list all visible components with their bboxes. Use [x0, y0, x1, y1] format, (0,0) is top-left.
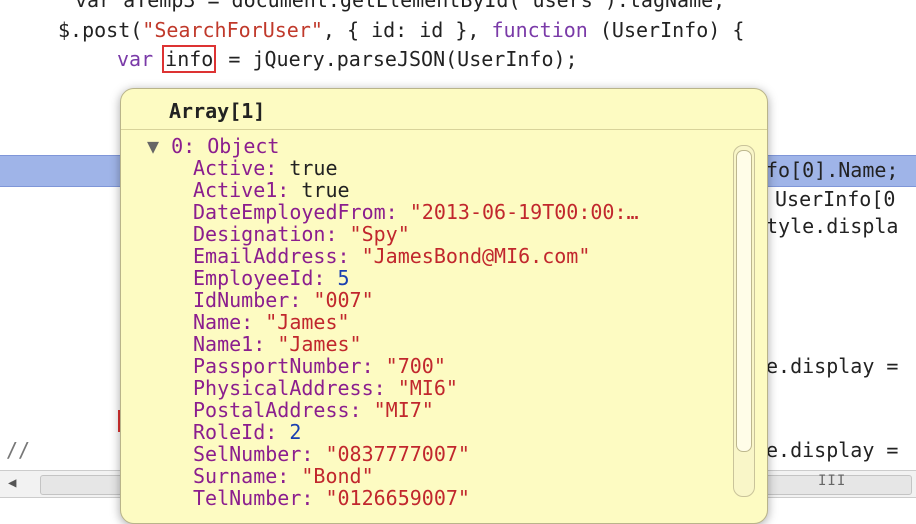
property-value: true: [289, 156, 338, 180]
property-colon: :: [301, 442, 326, 466]
property-value: "MI7": [373, 398, 434, 422]
property-value: "Spy": [349, 222, 410, 246]
hovered-variable-info[interactable]: info: [162, 45, 217, 73]
property-name: Surname: [193, 464, 278, 488]
tree-property-row[interactable]: Surname: "Bond": [193, 465, 374, 487]
property-colon: :: [277, 178, 302, 202]
code-comment: //: [6, 438, 31, 462]
property-value: "0126659007": [325, 486, 470, 510]
variable-inspector-popup[interactable]: Array[1] ▼ 0: Object Active: true Active1…: [120, 88, 768, 524]
code-token: (UserInfo) {: [587, 18, 745, 42]
property-name: EmailAddress: [193, 244, 338, 268]
tree-property-row[interactable]: IdNumber: "007": [193, 289, 374, 311]
property-name: PhysicalAddress: [193, 376, 374, 400]
tree-property-row[interactable]: TelNumber: "0126659007": [193, 487, 470, 509]
property-value: "2013-06-19T00:00:…: [409, 200, 639, 224]
property-value: "JamesBond@MI6.com": [361, 244, 591, 268]
tree-property-row[interactable]: Name1: "James": [193, 333, 362, 355]
tree-property-row[interactable]: PostalAddress: "MI7": [193, 399, 434, 421]
code-fragment-5: e.display =: [766, 438, 899, 462]
code-fragment-2: UserInfo[0: [775, 187, 896, 211]
collapse-triangle-icon[interactable]: ▼: [147, 134, 159, 158]
tree-property-row[interactable]: Designation: "Spy": [193, 223, 410, 245]
property-name: PassportNumber: [193, 354, 362, 378]
property-name: Name: [193, 310, 242, 334]
vertical-scrollbar[interactable]: [733, 145, 755, 497]
property-colon: :: [325, 222, 350, 246]
tree-property-row[interactable]: EmailAddress: "JamesBond@MI6.com": [193, 245, 590, 267]
tree-property-row[interactable]: Name: "James": [193, 311, 350, 333]
code-line-2: var info = jQuery.parseJSON(UserInfo);: [117, 45, 578, 73]
tree-property-row[interactable]: DateEmployedFrom: "2013-06-19T00:00:…: [193, 201, 639, 223]
code-fragment-1: fo[0].Name;: [766, 158, 899, 182]
tree-property-row[interactable]: PassportNumber: "700": [193, 355, 446, 377]
code-token: , { id: id },: [322, 18, 492, 42]
tree-property-row[interactable]: RoleId: 2: [193, 421, 301, 443]
property-name: EmployeeId: [193, 266, 314, 290]
property-colon: :: [361, 354, 386, 378]
property-colon: :: [289, 288, 314, 312]
property-colon: :: [253, 332, 278, 356]
property-colon: :: [349, 398, 374, 422]
tree-property-row[interactable]: PhysicalAddress: "MI6": [193, 377, 458, 399]
code-token-keyword: var: [117, 47, 154, 71]
popup-divider: [121, 129, 767, 130]
property-colon: :: [277, 464, 302, 488]
property-value: "MI6": [397, 376, 458, 400]
property-colon: :: [313, 266, 338, 290]
code-token-string: "SearchForUser": [142, 18, 323, 42]
tree-property-row[interactable]: Active1: true: [193, 179, 350, 201]
property-value: "Bond": [301, 464, 374, 488]
code-line-1: $.post("SearchForUser", { id: id }, func…: [58, 16, 744, 44]
property-name: DateEmployedFrom: [193, 200, 386, 224]
property-name: Active1: [193, 178, 278, 202]
vertical-scroll-thumb[interactable]: [736, 150, 752, 452]
property-colon: :: [385, 200, 410, 224]
tree-root-label: 0: Object: [171, 134, 280, 158]
tree-root-row[interactable]: ▼ 0: Object: [147, 135, 279, 157]
property-name: IdNumber: [193, 288, 290, 312]
property-value: "700": [385, 354, 446, 378]
property-name: PostalAddress: [193, 398, 350, 422]
code-fragment-3: tyle.displa: [766, 214, 899, 238]
popup-title: Array[1]: [169, 99, 266, 123]
property-name: RoleId: [193, 420, 266, 444]
property-value: true: [301, 178, 350, 202]
tree-property-row[interactable]: Active: true: [193, 157, 338, 179]
code-token: = jQuery.parseJSON(UserInfo);: [216, 47, 578, 71]
tree-property-row[interactable]: SelNumber: "0837777007": [193, 443, 470, 465]
property-value: "James": [277, 332, 362, 356]
property-colon: :: [265, 156, 290, 180]
property-name: Designation: [193, 222, 326, 246]
property-name: SelNumber: [193, 442, 302, 466]
property-value: "0837777007": [325, 442, 470, 466]
code-fragment-4: e.display =: [766, 354, 899, 378]
code-line-0: var aTemp3 = document.getElementById("us…: [75, 0, 726, 12]
scroll-left-arrow-icon[interactable]: ◀: [8, 475, 16, 491]
code-token-keyword: function: [491, 18, 588, 42]
tree-property-row[interactable]: EmployeeId: 5: [193, 267, 350, 289]
property-colon: :: [265, 420, 290, 444]
property-colon: :: [337, 244, 362, 268]
property-colon: :: [241, 310, 266, 334]
property-value: 5: [337, 266, 350, 290]
property-name: Active: [193, 156, 266, 180]
property-name: TelNumber: [193, 486, 302, 510]
scroll-grip-icon: III: [818, 473, 847, 489]
property-name: Name1: [193, 332, 254, 356]
property-value: "James": [265, 310, 350, 334]
property-value: "007": [313, 288, 374, 312]
code-token: $.post(: [58, 18, 143, 42]
property-value: 2: [289, 420, 302, 444]
property-colon: :: [373, 376, 398, 400]
property-colon: :: [301, 486, 326, 510]
